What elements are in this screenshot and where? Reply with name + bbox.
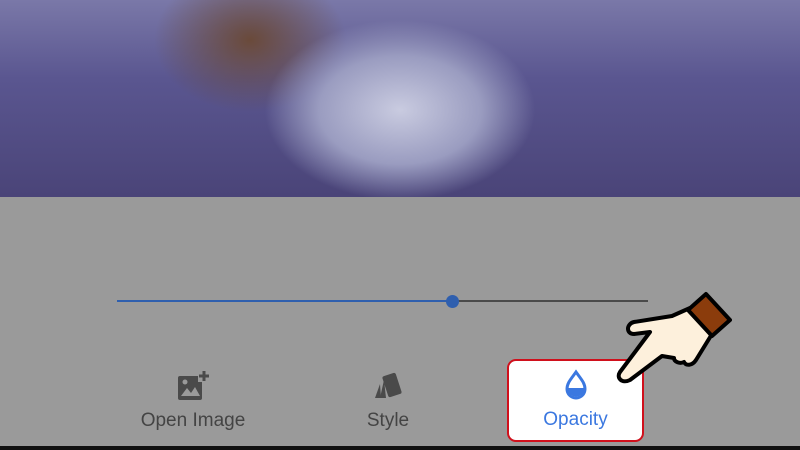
slider-thumb[interactable] <box>445 295 459 308</box>
opacity-label: Opacity <box>543 409 608 430</box>
pointing-hand-icon <box>616 292 732 384</box>
opacity-drop-icon <box>564 369 587 400</box>
open-image-button[interactable]: Open Image <box>123 362 263 442</box>
add-image-icon <box>178 370 210 400</box>
slider-fill <box>117 300 452 302</box>
bottom-edge <box>0 446 800 450</box>
opacity-slider[interactable] <box>117 295 648 308</box>
style-button[interactable]: Style <box>318 362 458 442</box>
style-label: Style <box>366 410 410 431</box>
open-image-label: Open Image <box>140 410 246 431</box>
style-cards-icon <box>375 372 402 398</box>
preview-image <box>0 0 800 197</box>
